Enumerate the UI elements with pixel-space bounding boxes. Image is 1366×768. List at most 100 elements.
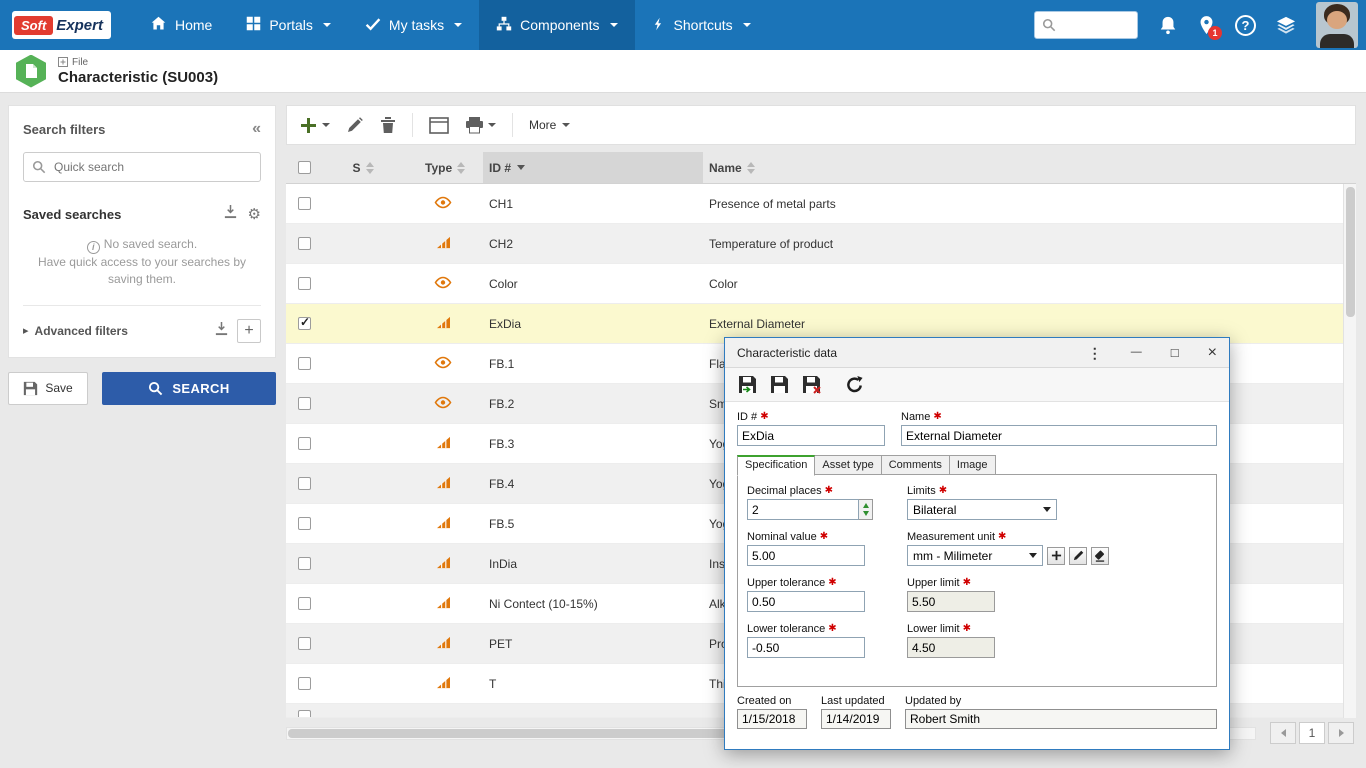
save-button[interactable]: [769, 374, 790, 395]
minimize-icon[interactable]: —: [1131, 347, 1142, 358]
dialog-titlebar[interactable]: Characteristic data ⋮ — □ ×: [725, 338, 1229, 368]
required-icon: ✱: [963, 623, 971, 634]
id-label: ID #: [737, 411, 757, 423]
lower-tolerance-input[interactable]: [747, 637, 865, 658]
row-checkbox[interactable]: [298, 277, 311, 290]
notifications-button[interactable]: [1158, 15, 1178, 35]
row-checkbox[interactable]: [298, 397, 311, 410]
column-header-id[interactable]: ID #: [483, 152, 703, 183]
row-checkbox[interactable]: [298, 477, 311, 490]
chevron-down-icon: [454, 23, 462, 27]
tab-specification[interactable]: Specification: [737, 455, 815, 476]
chart-icon: [436, 676, 451, 692]
save-and-exit-button[interactable]: [737, 374, 758, 395]
kebab-menu-icon[interactable]: ⋮: [1088, 346, 1102, 360]
chevron-down-icon: [610, 23, 618, 27]
gear-icon[interactable]: ⚙: [248, 207, 261, 222]
user-avatar[interactable]: [1316, 2, 1358, 48]
collapse-sidebar-button[interactable]: «: [252, 120, 261, 138]
nominal-value-label: Nominal value: [747, 531, 817, 543]
row-checkbox[interactable]: [298, 637, 311, 650]
save-and-new-button[interactable]: [801, 374, 822, 395]
location-button[interactable]: 1: [1198, 15, 1215, 36]
nav-item-components[interactable]: Components: [479, 0, 634, 50]
preview-icon: [429, 117, 449, 134]
vertical-scrollbar[interactable]: [1343, 184, 1356, 718]
add-unit-button[interactable]: [1047, 547, 1065, 565]
table-row[interactable]: CH1 Presence of metal parts: [286, 184, 1356, 224]
add-record-button[interactable]: [299, 116, 330, 135]
nav-item-shortcuts[interactable]: Shortcuts: [635, 0, 768, 50]
close-icon[interactable]: ×: [1208, 345, 1217, 361]
maximize-icon[interactable]: □: [1171, 346, 1179, 359]
row-checkbox[interactable]: [298, 357, 311, 370]
column-header-s[interactable]: S: [323, 161, 403, 175]
vertical-scrollbar-thumb[interactable]: [1346, 187, 1355, 317]
current-page: 1: [1299, 722, 1325, 744]
quick-search-input[interactable]: [23, 152, 261, 182]
eraser-icon: [1094, 550, 1106, 562]
view-record-button[interactable]: [429, 117, 449, 134]
previous-page-button[interactable]: [1270, 722, 1296, 744]
home-icon: [150, 15, 167, 35]
nav-item-my-tasks[interactable]: My tasks: [348, 0, 479, 50]
nav-item-portals[interactable]: Portals: [229, 0, 348, 50]
name-input[interactable]: [901, 425, 1217, 446]
updated-by-label: Updated by: [905, 695, 1217, 707]
save-search-button[interactable]: Save: [8, 372, 88, 405]
row-checkbox[interactable]: [298, 597, 311, 610]
add-filter-button[interactable]: +: [237, 319, 261, 343]
required-icon: ✱: [760, 411, 768, 422]
row-checkbox[interactable]: [298, 557, 311, 570]
row-checkbox[interactable]: [298, 710, 311, 718]
measurement-unit-select[interactable]: mm - Milimeter: [907, 545, 1043, 566]
search-button[interactable]: SEARCH: [102, 372, 276, 405]
required-icon: ✱: [998, 531, 1006, 542]
tab-image[interactable]: Image: [950, 455, 996, 475]
softexpert-logo[interactable]: Soft Expert: [12, 11, 111, 39]
required-icon: ✱: [828, 623, 836, 634]
import-search-button[interactable]: [223, 204, 238, 224]
edit-unit-button[interactable]: [1069, 547, 1087, 565]
row-id: CH2: [483, 237, 703, 251]
page-title: Characteristic (SU003): [58, 69, 218, 86]
nav-item-home[interactable]: Home: [133, 0, 229, 50]
more-button[interactable]: More: [529, 118, 570, 132]
refresh-icon: [845, 375, 864, 394]
pencil-icon: [1073, 550, 1084, 561]
table-row[interactable]: Color Color: [286, 264, 1356, 304]
help-button[interactable]: ?: [1235, 15, 1256, 36]
edit-record-button[interactable]: [346, 116, 364, 134]
row-checkbox[interactable]: [298, 317, 311, 330]
delete-record-button[interactable]: [380, 116, 396, 134]
id-input[interactable]: [737, 425, 885, 446]
table-row[interactable]: CH2 Temperature of product: [286, 224, 1356, 264]
tab-asset-type[interactable]: Asset type: [815, 455, 881, 475]
row-checkbox[interactable]: [298, 237, 311, 250]
layers-icon: [1276, 15, 1296, 35]
nominal-value-input[interactable]: [747, 545, 865, 566]
printer-icon: [465, 116, 484, 134]
limits-select[interactable]: Bilateral: [907, 499, 1057, 520]
clear-unit-button[interactable]: [1091, 547, 1109, 565]
decimal-places-stepper[interactable]: [859, 499, 873, 520]
select-all-checkbox[interactable]: [298, 161, 311, 174]
decimal-places-input[interactable]: [747, 499, 859, 520]
row-checkbox[interactable]: [298, 197, 311, 210]
advanced-filters-toggle[interactable]: Advanced filters: [35, 324, 128, 338]
row-checkbox[interactable]: [298, 517, 311, 530]
print-button[interactable]: [465, 116, 496, 134]
import-filter-button[interactable]: [214, 321, 229, 341]
toolbar-separator: [512, 113, 513, 137]
row-checkbox[interactable]: [298, 677, 311, 690]
column-header-type[interactable]: Type: [403, 161, 483, 175]
required-icon: ✱: [820, 531, 828, 542]
upper-tolerance-input[interactable]: [747, 591, 865, 612]
next-page-button[interactable]: [1328, 722, 1354, 744]
tab-comments[interactable]: Comments: [882, 455, 950, 475]
chevron-down-icon: [323, 23, 331, 27]
column-header-name[interactable]: Name: [703, 161, 1356, 175]
academy-button[interactable]: [1276, 15, 1296, 35]
refresh-button[interactable]: [845, 375, 864, 394]
row-checkbox[interactable]: [298, 437, 311, 450]
